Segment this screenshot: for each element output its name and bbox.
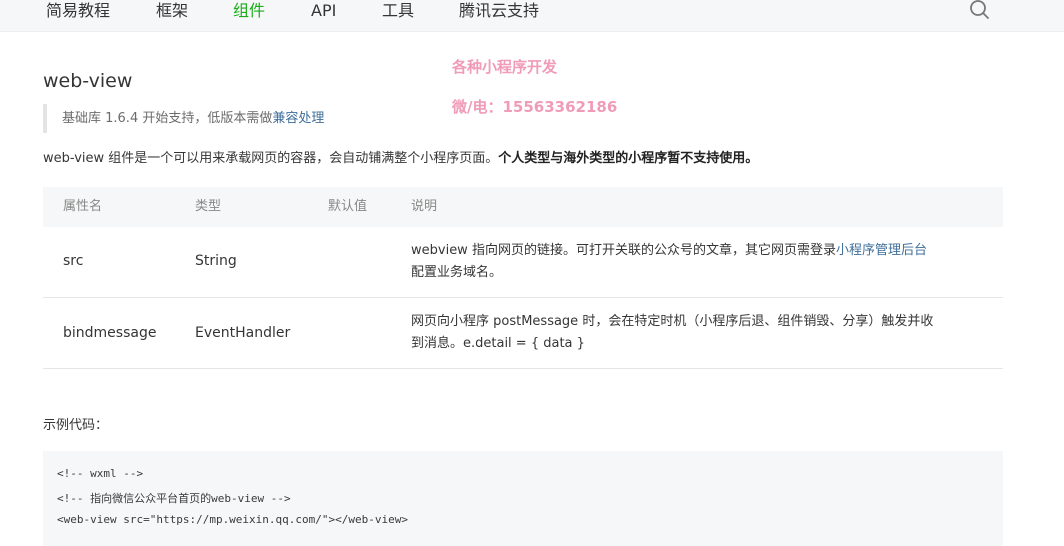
support-note: 基础库 1.6.4 开始支持，低版本需做兼容处理 [43,104,324,133]
code-line-2: <!-- 指向微信公众平台首页的web-view --> [57,492,291,505]
row-description-bindmessage: 网页向小程序 postMessage 时，会在特定时机（小程序后退、组件销毁、分… [411,311,986,355]
watermark-line-1: 各种小程序开发 [452,58,558,76]
desc-line-1: webview 指向网页的链接。可打开关联的公众号的文章，其它网页需登录小程序管… [411,240,986,262]
row-name-src: src [63,253,84,269]
watermark-line-2: 微/电：15563362186 [452,98,618,116]
intro-paragraph: web-view 组件是一个可以用来承载网页的容器，会自动铺满整个小程序页面。个… [43,148,758,170]
intro-bold-text: 个人类型与海外类型的小程序暂不支持使用。 [498,151,759,166]
example-code-label: 示例代码： [43,418,109,433]
mini-program-admin-link[interactable]: 小程序管理后台 [836,243,927,258]
desc-text: webview 指向网页的链接。可打开关联的公众号的文章，其它网页需登录 [411,243,836,258]
nav-item-api[interactable]: API [311,0,336,22]
nav-item-framework[interactable]: 框架 [156,0,188,22]
nav-item-tutorial[interactable]: 简易教程 [46,0,110,22]
nav-item-components[interactable]: 组件 [233,0,265,22]
header-name: 属性名 [63,199,103,214]
nav-item-tencent-cloud[interactable]: 腾讯云支持 [459,0,539,22]
nav-item-tools[interactable]: 工具 [382,0,414,22]
search-icon[interactable] [968,0,990,22]
compatibility-link[interactable]: 兼容处理 [272,111,324,126]
table-row: src String webview 指向网页的链接。可打开关联的公众号的文章，… [43,227,1003,298]
properties-table: 属性名 类型 默认值 说明 src String webview 指向网页的链接… [43,187,1003,369]
row-type-bindmessage: EventHandler [195,325,291,341]
code-line-3: <web-view src="https://mp.weixin.qq.com/… [57,513,408,526]
row-description-src: webview 指向网页的链接。可打开关联的公众号的文章，其它网页需登录小程序管… [411,240,986,284]
header-description: 说明 [411,199,438,214]
intro-text: web-view 组件是一个可以用来承载网页的容器，会自动铺满整个小程序页面。 [43,151,499,166]
code-block: <!-- wxml --> <!-- 指向微信公众平台首页的web-view -… [43,451,1003,546]
header-type: 类型 [195,199,222,214]
top-navigation: 简易教程 框架 组件 API 工具 腾讯云支持 [0,0,1064,32]
desc-line-2: 到消息。e.detail = { data } [411,336,585,351]
header-default: 默认值 [328,199,368,214]
desc-line-2: 配置业务域名。 [411,265,503,280]
page-title: web-view [43,70,133,92]
row-type-src: String [195,253,237,269]
code-line-1: <!-- wxml --> [57,467,144,480]
row-name-bindmessage: bindmessage [63,325,157,341]
desc-line-1: 网页向小程序 postMessage 时，会在特定时机（小程序后退、组件销毁、分… [411,314,934,329]
table-row: bindmessage EventHandler 网页向小程序 postMess… [43,298,1003,369]
support-note-text: 基础库 1.6.4 开始支持，低版本需做 [62,111,273,126]
table-header: 属性名 类型 默认值 说明 [43,187,1003,227]
